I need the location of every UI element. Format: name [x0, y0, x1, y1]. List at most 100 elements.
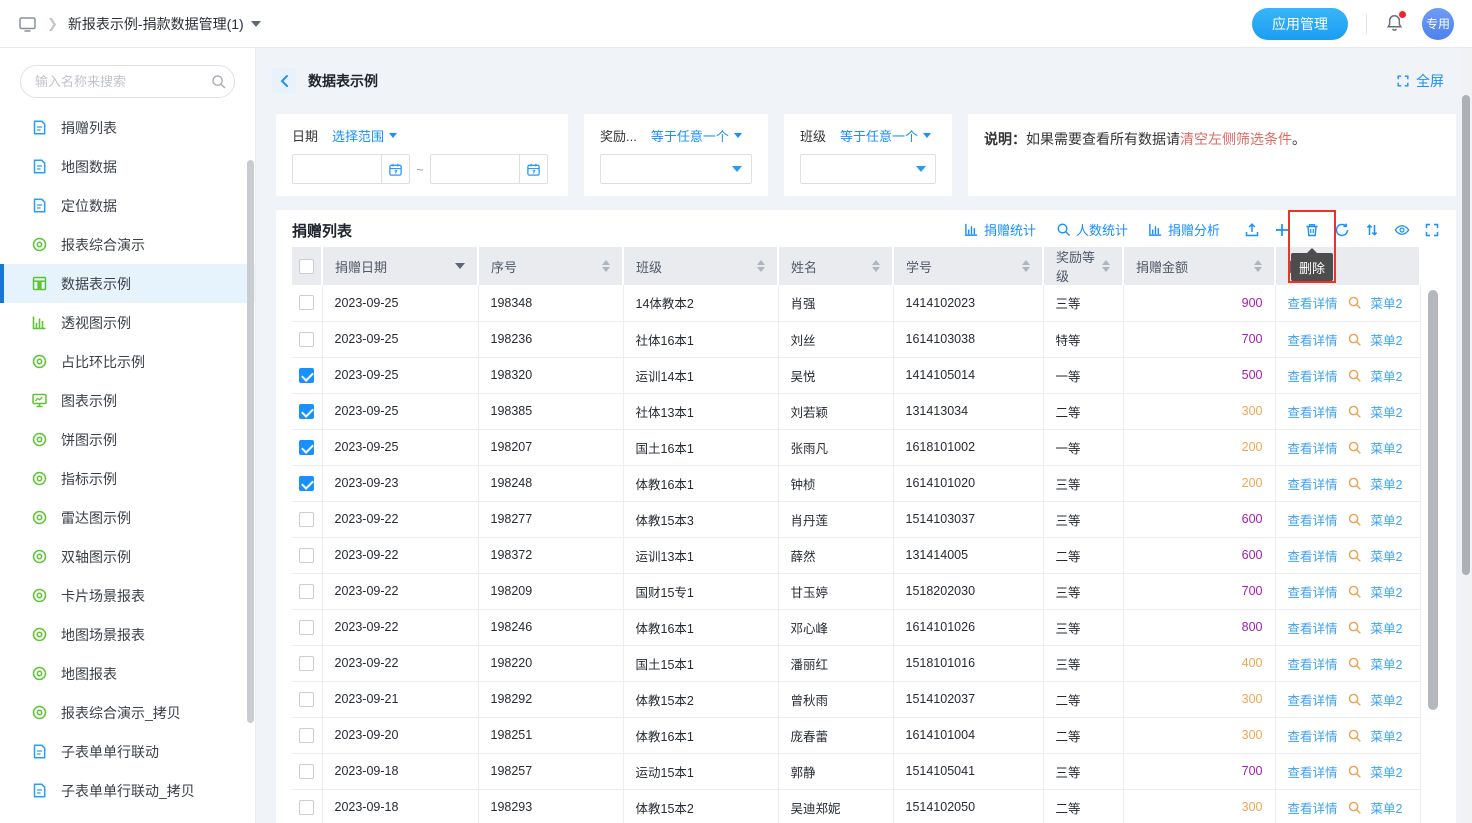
view-detail-link[interactable]: 查看详情: [1288, 762, 1338, 781]
search-icon[interactable]: [1347, 404, 1362, 419]
view-detail-link[interactable]: 查看详情: [1288, 546, 1338, 565]
view-detail-link[interactable]: 查看详情: [1288, 366, 1338, 385]
table-fullscreen-icon[interactable]: [1424, 222, 1440, 238]
menu2-link[interactable]: 菜单2: [1371, 330, 1403, 349]
report-title-dropdown[interactable]: 新报表示例-捐款数据管理(1): [68, 14, 261, 34]
menu2-link[interactable]: 菜单2: [1371, 438, 1403, 457]
row-checkbox[interactable]: [299, 440, 314, 455]
sidebar-item-18[interactable]: 子表单单行联动_拷贝: [0, 771, 255, 810]
calendar-icon[interactable]: [381, 155, 409, 183]
search-icon[interactable]: [1347, 368, 1362, 383]
row-checkbox[interactable]: [299, 512, 314, 527]
people-stats-button[interactable]: 人数统计: [1056, 220, 1128, 239]
search-icon[interactable]: [1347, 332, 1362, 347]
col-header-class[interactable]: 班级: [623, 247, 778, 285]
fullscreen-button[interactable]: 全屏: [1396, 71, 1444, 91]
col-header-date[interactable]: 捐赠日期: [322, 247, 478, 285]
row-checkbox[interactable]: [299, 692, 314, 707]
sidebar-item-4[interactable]: 报表综合演示: [0, 225, 255, 264]
eye-icon[interactable]: [1394, 222, 1410, 238]
sidebar-item-12[interactable]: 双轴图示例: [0, 537, 255, 576]
view-detail-link[interactable]: 查看详情: [1288, 402, 1338, 421]
row-checkbox[interactable]: [299, 800, 314, 815]
row-checkbox[interactable]: [299, 295, 314, 310]
table-scrollbar[interactable]: [1428, 290, 1438, 710]
sidebar-scrollbar[interactable]: [247, 160, 254, 723]
select-all-checkbox[interactable]: [299, 259, 314, 274]
sidebar-item-13[interactable]: 卡片场景报表: [0, 576, 255, 615]
col-header-grade[interactable]: 奖励等级: [1043, 247, 1123, 285]
view-detail-link[interactable]: 查看详情: [1288, 330, 1338, 349]
row-checkbox[interactable]: [299, 404, 314, 419]
clear-filters-link[interactable]: 清空左侧筛选条件: [1180, 131, 1292, 147]
menu2-link[interactable]: 菜单2: [1371, 762, 1403, 781]
search-icon[interactable]: [1347, 764, 1362, 779]
sidebar-item-6[interactable]: 透视图示例: [0, 303, 255, 342]
app-manage-button[interactable]: 应用管理: [1252, 8, 1348, 40]
refresh-icon[interactable]: [1334, 222, 1350, 238]
row-checkbox[interactable]: [299, 548, 314, 563]
search-icon[interactable]: [1347, 548, 1362, 563]
col-header-seq[interactable]: 序号: [478, 247, 623, 285]
row-checkbox[interactable]: [299, 656, 314, 671]
col-header-name[interactable]: 姓名: [778, 247, 893, 285]
menu2-link[interactable]: 菜单2: [1371, 293, 1403, 312]
add-icon[interactable]: [1274, 222, 1290, 238]
filter-reward-operator[interactable]: 等于任意一个: [651, 126, 742, 145]
donation-analysis-button[interactable]: 捐赠分析: [1148, 220, 1220, 239]
search-icon[interactable]: [1347, 295, 1362, 310]
sidebar-item-8[interactable]: 图表示例: [0, 381, 255, 420]
row-checkbox[interactable]: [299, 476, 314, 491]
back-button[interactable]: [272, 68, 296, 94]
view-detail-link[interactable]: 查看详情: [1288, 690, 1338, 709]
view-detail-link[interactable]: 查看详情: [1288, 293, 1338, 312]
search-icon[interactable]: [1347, 512, 1362, 527]
monitor-icon[interactable]: [18, 15, 37, 33]
sidebar-item-7[interactable]: 占比环比示例: [0, 342, 255, 381]
sidebar-item-17[interactable]: 子表单单行联动: [0, 732, 255, 771]
view-detail-link[interactable]: 查看详情: [1288, 474, 1338, 493]
row-checkbox[interactable]: [299, 764, 314, 779]
menu2-link[interactable]: 菜单2: [1371, 582, 1403, 601]
view-detail-link[interactable]: 查看详情: [1288, 582, 1338, 601]
sidebar-item-11[interactable]: 雷达图示例: [0, 498, 255, 537]
col-header-amount[interactable]: 捐赠金额: [1123, 247, 1275, 285]
reward-select[interactable]: [600, 154, 752, 184]
search-icon[interactable]: [1347, 728, 1362, 743]
menu2-link[interactable]: 菜单2: [1371, 510, 1403, 529]
date-end-input[interactable]: [430, 154, 548, 184]
menu2-link[interactable]: 菜单2: [1371, 798, 1403, 817]
col-header-student-id[interactable]: 学号: [893, 247, 1043, 285]
menu2-link[interactable]: 菜单2: [1371, 366, 1403, 385]
class-select[interactable]: [800, 154, 936, 184]
sidebar-item-1[interactable]: 捐赠列表: [0, 108, 255, 147]
row-checkbox[interactable]: [299, 728, 314, 743]
view-detail-link[interactable]: 查看详情: [1288, 618, 1338, 637]
date-start-input[interactable]: [292, 154, 410, 184]
notification-bell-icon[interactable]: [1385, 13, 1404, 35]
page-scrollbar[interactable]: [1462, 95, 1470, 575]
menu2-link[interactable]: 菜单2: [1371, 474, 1403, 493]
calendar-icon[interactable]: [519, 155, 547, 183]
search-icon[interactable]: [1347, 440, 1362, 455]
sidebar-item-16[interactable]: 报表综合演示_拷贝: [0, 693, 255, 732]
search-icon[interactable]: [1347, 620, 1362, 635]
sidebar-item-15[interactable]: 地图报表: [0, 654, 255, 693]
sidebar-item-14[interactable]: 地图场景报表: [0, 615, 255, 654]
row-checkbox[interactable]: [299, 584, 314, 599]
row-checkbox[interactable]: [299, 368, 314, 383]
view-detail-link[interactable]: 查看详情: [1288, 654, 1338, 673]
menu2-link[interactable]: 菜单2: [1371, 546, 1403, 565]
delete-icon[interactable]: [1304, 222, 1320, 238]
sidebar-item-9[interactable]: 饼图示例: [0, 420, 255, 459]
view-detail-link[interactable]: 查看详情: [1288, 798, 1338, 817]
search-icon[interactable]: [1347, 656, 1362, 671]
search-icon[interactable]: [1347, 692, 1362, 707]
row-checkbox[interactable]: [299, 620, 314, 635]
search-input[interactable]: [35, 74, 211, 89]
search-icon[interactable]: [211, 74, 226, 89]
sidebar-item-2[interactable]: 地图数据: [0, 147, 255, 186]
row-checkbox[interactable]: [299, 332, 314, 347]
search-icon[interactable]: [1347, 584, 1362, 599]
filter-date-operator[interactable]: 选择范围: [332, 126, 397, 145]
